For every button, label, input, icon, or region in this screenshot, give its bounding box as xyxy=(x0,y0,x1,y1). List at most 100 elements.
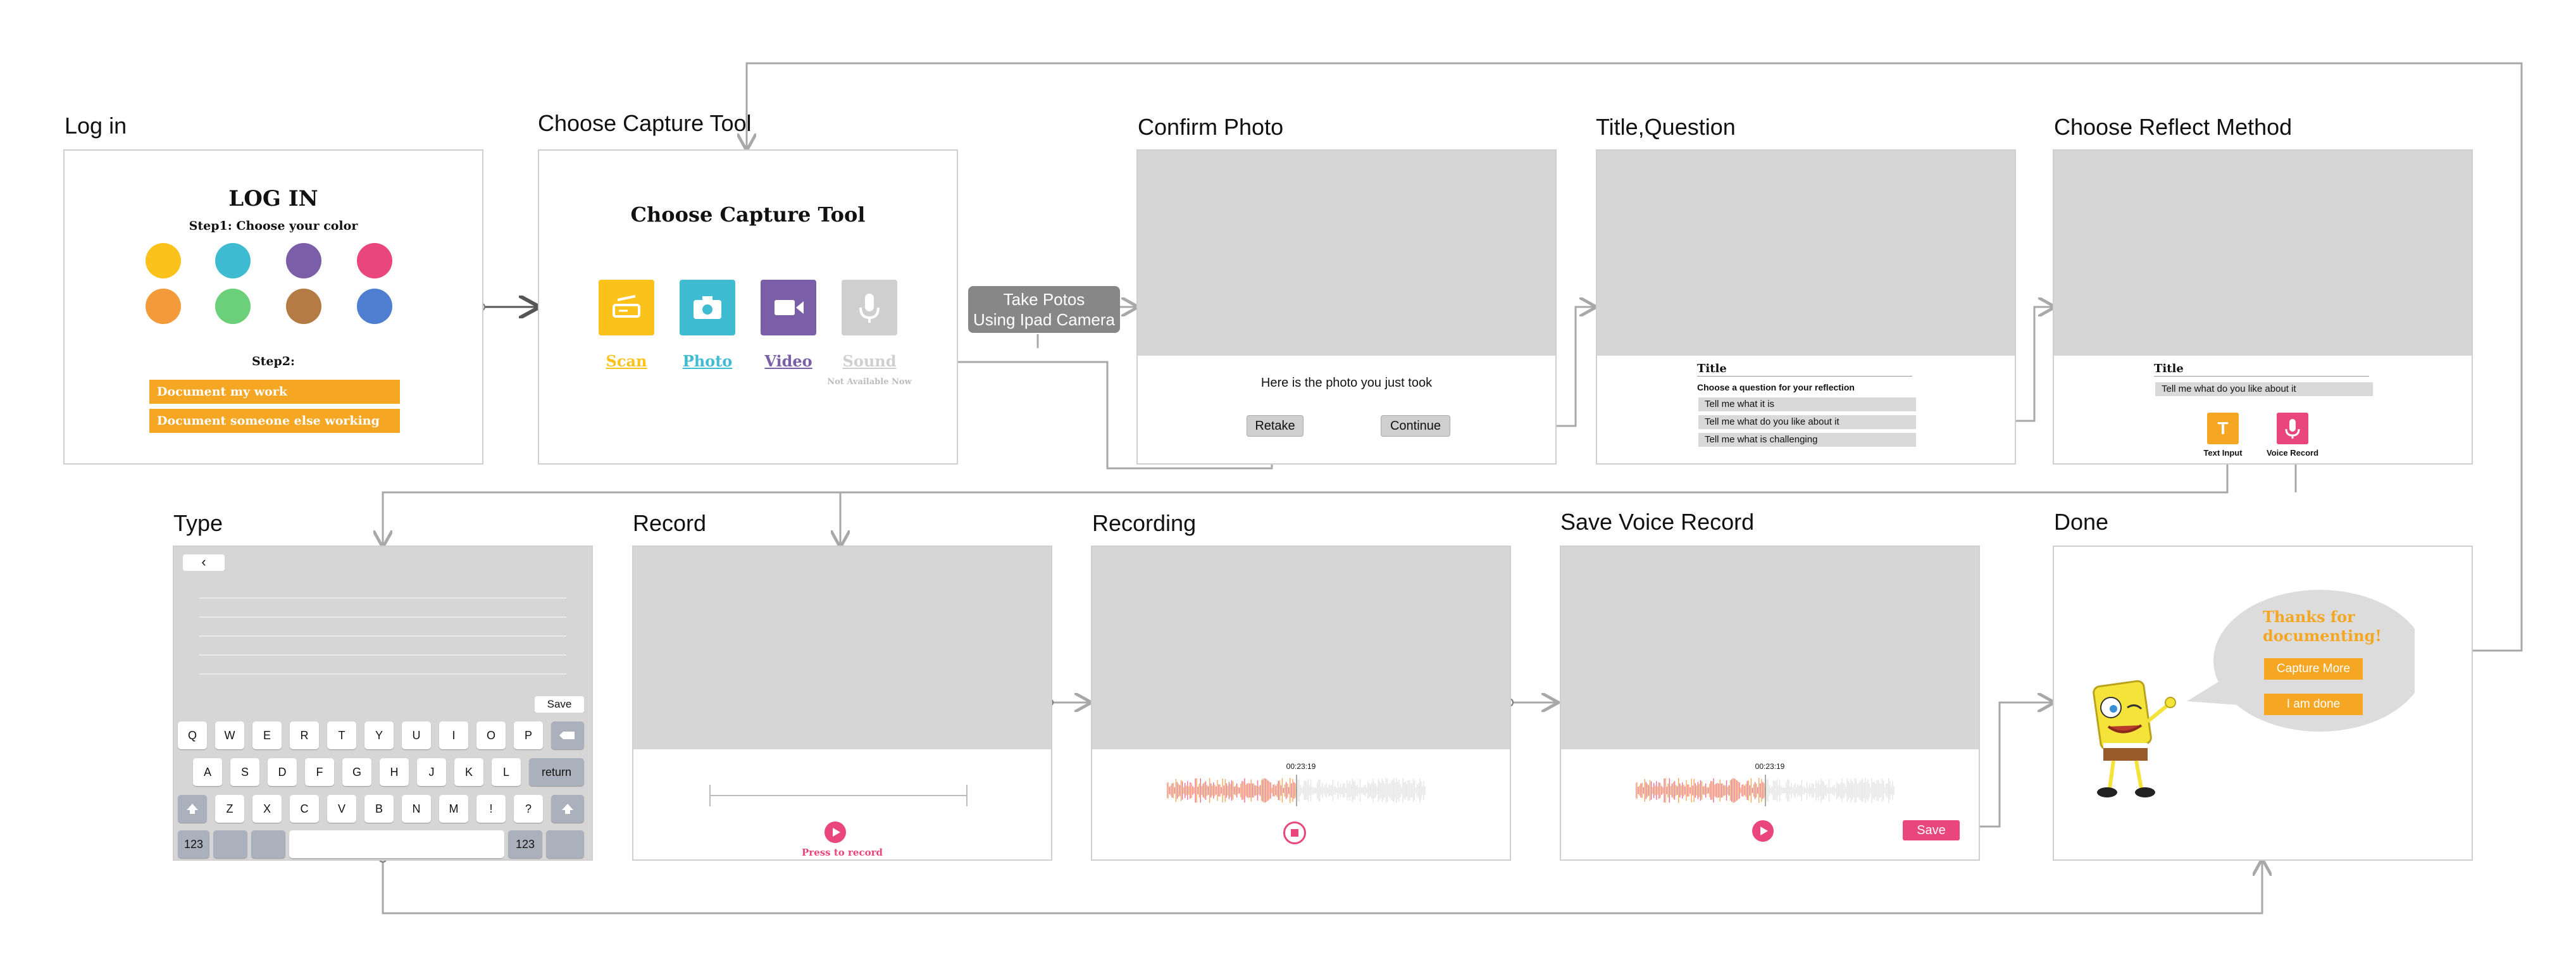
key-p[interactable]: P xyxy=(514,721,543,749)
key-exclamation[interactable]: ! xyxy=(476,795,506,823)
key-q[interactable]: Q xyxy=(178,721,207,749)
key-d[interactable]: D xyxy=(268,758,297,786)
key-k[interactable]: K xyxy=(454,758,483,786)
scan-tool-button[interactable] xyxy=(599,280,654,335)
shift-key-right[interactable] xyxy=(551,795,584,823)
save-voice-screen-title: Save Voice Record xyxy=(1560,509,1755,535)
color-brown[interactable] xyxy=(286,289,321,324)
text-line xyxy=(199,673,566,675)
confirm-screen-title: Confirm Photo xyxy=(1138,114,1284,140)
key-c[interactable]: C xyxy=(290,795,319,823)
login-step1: Step1: Choose your color xyxy=(189,219,358,233)
type-save-button[interactable]: Save xyxy=(535,696,584,713)
continue-button[interactable]: Continue xyxy=(1381,415,1450,437)
photo-preview xyxy=(2054,151,2472,356)
shift-key-left[interactable] xyxy=(178,795,207,823)
key-s[interactable]: S xyxy=(230,758,259,786)
take-photos-line1: Take Potos xyxy=(1003,290,1085,309)
space-key[interactable] xyxy=(289,830,504,858)
key-w[interactable]: W xyxy=(215,721,244,749)
color-green[interactable] xyxy=(215,289,251,324)
text-input-button[interactable]: T xyxy=(2207,413,2239,444)
text-line xyxy=(199,635,566,637)
photo-tool-button[interactable] xyxy=(680,280,735,335)
video-tool-button[interactable] xyxy=(761,280,816,335)
video-camera-icon xyxy=(775,300,804,315)
reflect-title-line xyxy=(2154,376,2369,377)
key-n[interactable]: N xyxy=(402,795,431,823)
done-screen: Thanks for documenting! Capture More I a… xyxy=(2053,546,2473,861)
key-l[interactable]: L xyxy=(492,758,521,786)
text-input-label: Text Input xyxy=(2203,448,2243,458)
question-option-2[interactable]: Tell me what do you like about it xyxy=(1698,415,1916,429)
key-a[interactable]: A xyxy=(193,758,222,786)
scanner-icon xyxy=(613,295,640,318)
key-f[interactable]: F xyxy=(305,758,334,786)
reflect-title-label: Title xyxy=(2154,362,2184,375)
i-am-done-button[interactable]: I am done xyxy=(2264,694,2363,715)
globe-key[interactable] xyxy=(213,830,247,858)
numbers-key-right[interactable]: 123 xyxy=(508,830,542,858)
key-y[interactable]: Y xyxy=(364,721,394,749)
key-t[interactable]: T xyxy=(327,721,356,749)
document-my-work-button[interactable]: Document my work xyxy=(149,380,400,404)
key-i[interactable]: I xyxy=(439,721,468,749)
capture-more-button[interactable]: Capture More xyxy=(2264,658,2363,680)
key-question[interactable]: ? xyxy=(514,795,543,823)
color-purple[interactable] xyxy=(286,243,321,278)
play-button[interactable] xyxy=(1752,820,1774,842)
text-line xyxy=(199,616,566,618)
capture-heading: Choose Capture Tool xyxy=(630,203,866,227)
key-g[interactable]: G xyxy=(342,758,371,786)
type-screen-title: Type xyxy=(173,510,223,536)
key-j[interactable]: J xyxy=(417,758,446,786)
audio-track-empty xyxy=(709,795,968,796)
camera-icon xyxy=(694,296,721,319)
key-v[interactable]: V xyxy=(327,795,356,823)
audio-waveform xyxy=(1636,775,1895,806)
title-question-screen-title: Title,Question xyxy=(1596,114,1736,140)
color-yellow[interactable] xyxy=(146,243,181,278)
stop-icon xyxy=(1291,829,1298,837)
type-screen: ‹ Save Q W E R T Y U I O P A S D F G H J… xyxy=(173,546,593,861)
scan-label: Scan xyxy=(606,352,647,370)
key-o[interactable]: O xyxy=(476,721,506,749)
record-button[interactable] xyxy=(824,821,846,843)
audio-waveform xyxy=(1167,775,1426,806)
document-someone-button[interactable]: Document someone else working xyxy=(149,409,400,433)
key-x[interactable]: X xyxy=(252,795,282,823)
key-h[interactable]: H xyxy=(380,758,409,786)
numbers-key-left[interactable]: 123 xyxy=(178,830,209,858)
login-heading: LOG IN xyxy=(228,186,318,211)
login-screen-title: Log in xyxy=(65,113,127,139)
retake-button[interactable]: Retake xyxy=(1247,415,1304,437)
color-teal[interactable] xyxy=(215,243,251,278)
question-option-3[interactable]: Tell me what is challenging xyxy=(1698,433,1916,447)
back-button[interactable]: ‹ xyxy=(183,554,225,571)
shift-icon xyxy=(562,804,573,814)
cartoon-character xyxy=(2093,680,2176,797)
photo-preview xyxy=(633,547,1051,749)
key-r[interactable]: R xyxy=(290,721,319,749)
chevron-left-icon: ‹ xyxy=(201,554,206,570)
question-option-1[interactable]: Tell me what it is xyxy=(1698,397,1916,411)
key-b[interactable]: B xyxy=(364,795,394,823)
capture-screen-title: Choose Capture Tool xyxy=(538,110,752,136)
return-key[interactable]: return xyxy=(529,758,584,786)
backspace-key[interactable] xyxy=(551,721,584,749)
play-icon xyxy=(833,828,840,837)
key-m[interactable]: M xyxy=(439,795,468,823)
color-blue[interactable] xyxy=(357,289,392,324)
photo-preview xyxy=(1597,151,2015,356)
voice-record-button[interactable] xyxy=(2277,413,2308,444)
color-orange[interactable] xyxy=(146,289,181,324)
color-pink[interactable] xyxy=(357,243,392,278)
key-z[interactable]: Z xyxy=(215,795,244,823)
save-voice-button[interactable]: Save xyxy=(1903,820,1960,840)
stop-button[interactable] xyxy=(1283,821,1306,844)
key-u[interactable]: U xyxy=(402,721,431,749)
hide-keyboard-key[interactable] xyxy=(546,830,584,858)
confirm-message: Here is the photo you just took xyxy=(1260,376,1433,390)
dictation-key[interactable] xyxy=(251,830,285,858)
key-e[interactable]: E xyxy=(252,721,282,749)
